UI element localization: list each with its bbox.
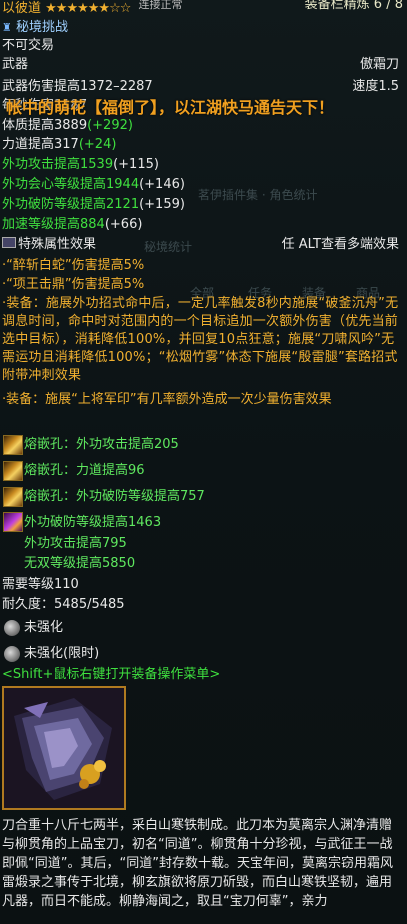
- strengthen-icon: [4, 620, 20, 636]
- weapon-damage: 武器伤害提高1372–2287: [2, 79, 153, 94]
- weapon-image: [2, 686, 126, 810]
- weapon-speed: 速度1.5: [352, 79, 399, 94]
- special-effects-title: 特殊属性效果: [18, 237, 97, 252]
- constitution-value: 体质提高3889: [2, 118, 88, 133]
- stats-overlay-label: 秘境统计: [144, 240, 193, 254]
- monitor-icon: [2, 237, 16, 248]
- shift-click-hint: <Shift+鼠标右键打开装备操作菜单>: [2, 667, 221, 682]
- enchant-line: 外功攻击提高795: [24, 536, 127, 551]
- item-subtype: 傲霜刀: [359, 57, 399, 72]
- constitution-stat: 体质提高3889(+292): [2, 117, 133, 135]
- strength-stat: 力道提高317(+24): [2, 136, 116, 154]
- special-effect: ·装备：施展“上将军印”有几率额外造成一次少量伤害效果: [2, 392, 332, 407]
- plugin-overlay-title: 茗伊插件集 · 角色统计: [198, 188, 318, 202]
- green-stat-text: 外功破防等级提高2121: [2, 197, 140, 212]
- required-level: 需要等级110: [2, 577, 79, 592]
- realm-label: ♜ 秘境挑战: [2, 19, 68, 37]
- green-stat-bonus: (+159): [139, 197, 185, 212]
- bind-status: 不可交易: [2, 38, 55, 53]
- strengthen-timed-icon: [4, 646, 20, 662]
- green-stat-text: 外功攻击提高1539: [2, 157, 114, 172]
- blade-icon: [4, 688, 124, 808]
- chat-banner: 帐中的萌花【福倒了】，以江湖快马通告天下！: [6, 98, 335, 117]
- enchant-line: 无双等级提高5850: [24, 556, 136, 571]
- constitution-bonus: (+292): [87, 118, 133, 133]
- gem-socket-icon: [3, 435, 23, 455]
- alt-hint: 任 ALT查看多端效果: [281, 237, 399, 252]
- strengthen-status: 未强化: [24, 620, 64, 635]
- item-stars: ★★★★★★☆☆: [45, 1, 131, 16]
- enchant-line: 外功破防等级提高1463: [24, 515, 162, 530]
- strengthen-timed-status: 未强化(限时): [24, 646, 100, 661]
- enchant-icon: [3, 512, 23, 532]
- item-name: 以彼道: [2, 1, 42, 16]
- green-stat-text: 外功会心等级提高1944: [2, 177, 140, 192]
- socket-line: 熔嵌孔：力道提高96: [24, 463, 145, 478]
- item-tooltip: 以彼道 ★★★★★★☆☆ 连接正常 装备栏精炼 6 / 8 ♜ 秘境挑战 不可交…: [0, 0, 407, 924]
- special-effect: ·“项王击鼎”伤害提高5%: [2, 277, 145, 292]
- gem-socket-icon: [3, 461, 23, 481]
- green-stat-bonus: (+146): [139, 177, 185, 192]
- realm-text: 秘境挑战: [16, 20, 69, 35]
- green-stat-text: 加速等级提高884: [2, 217, 105, 232]
- green-stat: 外功破防等级提高2121(+159): [2, 196, 185, 214]
- gem-socket-icon: [3, 487, 23, 507]
- item-header: 以彼道 ★★★★★★☆☆ 连接正常: [2, 0, 183, 18]
- special-effect-long: ·装备：施展外功招式命中后，一定几率触发8秒内施展“破釜沉舟”无调息时间，命中时…: [2, 296, 399, 383]
- item-description: 刀合重十八斤七两半，采白山寒铁制成。此刀本为莫离宗人渊净清赠与柳贯角的上品宝刀，…: [2, 818, 393, 909]
- water-drop-icon: ♜: [2, 21, 12, 34]
- item-type: 武器: [2, 57, 29, 72]
- strength-bonus: (+24): [78, 137, 117, 152]
- refine-level: 装备栏精炼 6 / 8: [304, 0, 403, 12]
- green-stat-bonus: (+66): [104, 217, 143, 232]
- green-stat: 外功会心等级提高1944(+146): [2, 176, 185, 194]
- connection-status: 连接正常: [138, 0, 183, 11]
- special-effect: ·“醉斩白蛇”伤害提高5%: [2, 258, 145, 273]
- socket-line: 熔嵌孔：外功破防等级提高757: [24, 489, 205, 504]
- socket-line: 熔嵌孔：外功攻击提高205: [24, 437, 179, 452]
- durability: 耐久度：5485/5485: [2, 597, 125, 612]
- green-stat: 加速等级提高884(+66): [2, 216, 142, 234]
- strength-value: 力道提高317: [2, 137, 79, 152]
- green-stat: 外功攻击提高1539(+115): [2, 156, 159, 174]
- special-effects-header: 特殊属性效果: [2, 236, 96, 254]
- green-stat-bonus: (+115): [113, 157, 159, 172]
